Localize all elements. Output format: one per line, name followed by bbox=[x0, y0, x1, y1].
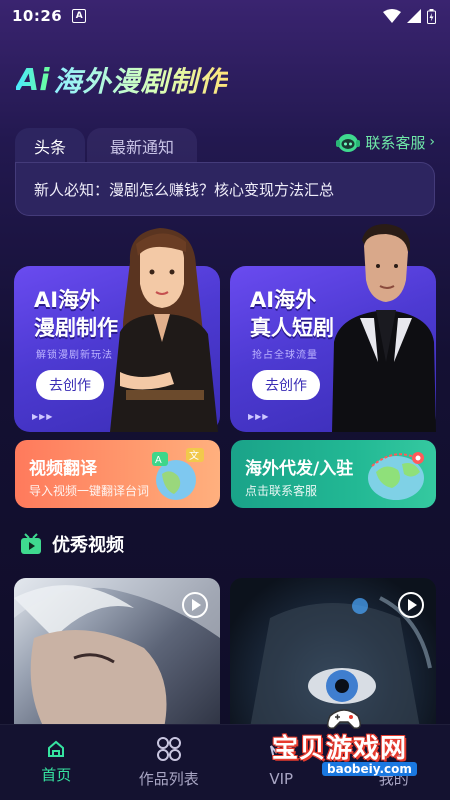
ai-logo: Ai bbox=[16, 62, 50, 98]
feature-title-line1: AI海外 bbox=[250, 288, 317, 312]
feature-subtitle: 解锁漫剧新玩法 bbox=[36, 350, 113, 361]
status-time: 10:26 bbox=[12, 7, 63, 25]
video-translate-card[interactable]: 视频翻译 导入视频一键翻译台词 A 文 bbox=[15, 440, 220, 508]
play-icon[interactable] bbox=[398, 592, 424, 618]
card-title: 视频翻译 bbox=[29, 459, 97, 479]
status-icons bbox=[383, 8, 436, 24]
svg-text:A: A bbox=[155, 455, 162, 466]
create-button[interactable]: 去创作 bbox=[252, 370, 320, 400]
overseas-publish-card[interactable]: 海外代发/入驻 点击联系客服 bbox=[231, 440, 436, 508]
section-excellent-videos: 优秀视频 bbox=[20, 531, 124, 557]
grid-icon bbox=[156, 737, 181, 761]
notice-headline-text: 新人必知：漫剧怎么赚钱？核心变现方法汇总 bbox=[34, 180, 335, 199]
notice-card: 头条 最新通知 联系客服 › 新人必知：漫剧怎么赚钱？核心变现方法汇总 bbox=[15, 128, 435, 216]
page-title: 海外漫剧制作 bbox=[54, 60, 228, 100]
decorative-arrows-icon: ▶▶▶ bbox=[248, 412, 270, 421]
feature-title: AI海外 真人短剧 bbox=[250, 286, 334, 342]
chevron-right-icon: › bbox=[429, 134, 435, 150]
support-robot-icon bbox=[336, 134, 361, 152]
status-bar: 10:26 A bbox=[0, 0, 450, 32]
battery-icon bbox=[427, 8, 436, 24]
feature-title: AI海外 漫剧制作 bbox=[34, 286, 118, 342]
watermark-text: 宝贝游戏网 bbox=[272, 734, 408, 764]
contact-support-link[interactable]: 联系客服 › bbox=[335, 128, 435, 156]
decorative-arrows-icon: ▶▶▶ bbox=[32, 412, 54, 421]
contact-support-label: 联系客服 bbox=[365, 133, 426, 152]
feature-subtitle: 抢占全球流量 bbox=[252, 350, 318, 361]
card-title: 海外代发/入驻 bbox=[245, 459, 354, 479]
nav-label: 作品列表 bbox=[138, 770, 199, 788]
section-title: 优秀视频 bbox=[52, 535, 124, 556]
video-icon bbox=[21, 533, 41, 554]
notice-headline[interactable]: 新人必知：漫剧怎么赚钱？核心变现方法汇总 bbox=[15, 162, 435, 216]
watermark-url: baobeiy.com bbox=[322, 762, 417, 776]
feature-title-line2: 漫剧制作 bbox=[34, 316, 118, 340]
tab-latest-notice[interactable]: 最新通知 bbox=[87, 128, 197, 164]
signal-icon bbox=[407, 9, 421, 23]
tab-headline[interactable]: 头条 bbox=[15, 128, 85, 164]
globe-translate-icon: A 文 bbox=[152, 448, 204, 500]
nav-works-list[interactable]: 作品列表 bbox=[113, 725, 226, 800]
watermark: 宝贝游戏网 baobeiy.com bbox=[262, 706, 450, 780]
anime-woman-illustration bbox=[110, 228, 218, 432]
video-thumbnail[interactable] bbox=[14, 578, 220, 728]
card-subtitle: 导入视频一键翻译台词 bbox=[29, 484, 150, 498]
svg-text:文: 文 bbox=[189, 449, 199, 462]
nav-label: 首页 bbox=[41, 766, 72, 784]
wifi-icon bbox=[383, 9, 401, 23]
play-icon[interactable] bbox=[182, 592, 208, 618]
notice-tabs: 头条 最新通知 bbox=[15, 128, 197, 164]
world-map-icon bbox=[368, 452, 424, 500]
app-title: Ai 海外漫剧制作 bbox=[16, 60, 228, 100]
card-subtitle: 点击联系客服 bbox=[245, 484, 318, 498]
create-button[interactable]: 去创作 bbox=[36, 370, 104, 400]
home-icon bbox=[48, 740, 65, 757]
notification-icon: A bbox=[72, 9, 87, 23]
nav-home[interactable]: 首页 bbox=[0, 725, 113, 800]
feature-title-line2: 真人短剧 bbox=[250, 316, 334, 340]
man-portrait-photo bbox=[332, 224, 436, 432]
feature-title-line1: AI海外 bbox=[34, 288, 101, 312]
